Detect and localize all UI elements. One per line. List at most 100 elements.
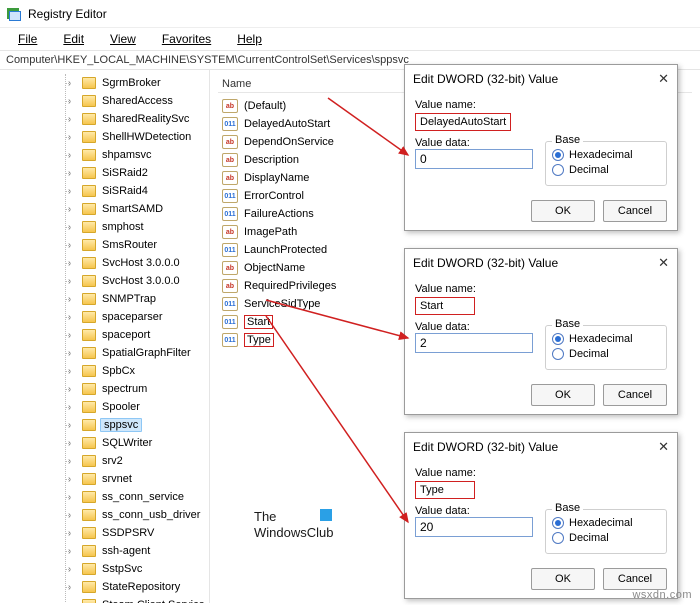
cancel-button[interactable]: Cancel (603, 200, 667, 222)
tree-item[interactable]: ›SQLWriter (60, 434, 209, 452)
value-data-input[interactable] (415, 517, 533, 537)
window-title: Registry Editor (28, 7, 107, 21)
tree-item[interactable]: ›SstpSvc (60, 560, 209, 578)
folder-icon (82, 203, 96, 215)
cancel-button[interactable]: Cancel (603, 568, 667, 590)
chevron-right-icon[interactable]: › (68, 420, 78, 431)
chevron-right-icon[interactable]: › (68, 564, 78, 575)
tree-item[interactable]: ›SiSRaid2 (60, 164, 209, 182)
base-group: Base Hexadecimal Decimal (545, 325, 667, 370)
chevron-right-icon[interactable]: › (68, 186, 78, 197)
tree-item[interactable]: ›sppsvc (60, 416, 209, 434)
folder-icon (82, 329, 96, 341)
tree-item[interactable]: ›SharedAccess (60, 92, 209, 110)
chevron-right-icon[interactable]: › (68, 528, 78, 539)
chevron-right-icon[interactable]: › (68, 294, 78, 305)
folder-icon (82, 149, 96, 161)
tree-item[interactable]: ›ss_conn_service (60, 488, 209, 506)
tree-item[interactable]: ›StateRepository (60, 578, 209, 596)
chevron-right-icon[interactable]: › (68, 150, 78, 161)
chevron-right-icon[interactable]: › (68, 114, 78, 125)
tree-item[interactable]: ›spaceport (60, 326, 209, 344)
chevron-right-icon[interactable]: › (68, 222, 78, 233)
tree-item[interactable]: ›Spooler (60, 398, 209, 416)
chevron-right-icon[interactable]: › (68, 96, 78, 107)
close-icon[interactable]: ✕ (658, 71, 669, 87)
dialog-title: Edit DWORD (32-bit) Value (413, 72, 558, 86)
radio-hexadecimal[interactable]: Hexadecimal (552, 149, 660, 161)
radio-hexadecimal[interactable]: Hexadecimal (552, 517, 660, 529)
value-name-box: Type (415, 481, 475, 499)
radio-decimal[interactable]: Decimal (552, 532, 660, 544)
tree-item[interactable]: ›smphost (60, 218, 209, 236)
chevron-right-icon[interactable]: › (68, 168, 78, 179)
value-name: (Default) (244, 100, 286, 112)
tree-item[interactable]: ›ss_conn_usb_driver (60, 506, 209, 524)
tree-item[interactable]: ›SvcHost 3.0.0.0 (60, 254, 209, 272)
folder-icon (82, 347, 96, 359)
value-name: DisplayName (244, 172, 309, 184)
tree-item[interactable]: ›SNMPTrap (60, 290, 209, 308)
base-group-label: Base (552, 318, 583, 330)
chevron-right-icon[interactable]: › (68, 330, 78, 341)
value-name: RequiredPrivileges (244, 280, 336, 292)
chevron-right-icon[interactable]: › (68, 204, 78, 215)
chevron-right-icon[interactable]: › (68, 546, 78, 557)
close-icon[interactable]: ✕ (658, 439, 669, 455)
chevron-right-icon[interactable]: › (68, 474, 78, 485)
chevron-right-icon[interactable]: › (68, 402, 78, 413)
tree-item[interactable]: ›SiSRaid4 (60, 182, 209, 200)
tree-item[interactable]: ›SmartSAMD (60, 200, 209, 218)
tree-item-label: ssh-agent (100, 545, 152, 557)
ok-button[interactable]: OK (531, 200, 595, 222)
ok-button[interactable]: OK (531, 568, 595, 590)
chevron-right-icon[interactable]: › (68, 258, 78, 269)
chevron-right-icon[interactable]: › (68, 582, 78, 593)
radio-hexadecimal[interactable]: Hexadecimal (552, 333, 660, 345)
value-data-input[interactable] (415, 333, 533, 353)
chevron-right-icon[interactable]: › (68, 132, 78, 143)
cancel-button[interactable]: Cancel (603, 384, 667, 406)
menu-file[interactable]: File (6, 30, 49, 48)
tree-item[interactable]: › shpamsvc (60, 146, 209, 164)
string-value-icon: ab (222, 135, 238, 149)
chevron-right-icon[interactable]: › (68, 384, 78, 395)
menu-view[interactable]: View (98, 30, 148, 48)
chevron-right-icon[interactable]: › (68, 312, 78, 323)
folder-icon (82, 239, 96, 251)
menu-favorites[interactable]: Favorites (150, 30, 223, 48)
tree-item[interactable]: ›SmsRouter (60, 236, 209, 254)
tree-item[interactable]: ›SharedRealitySvc (60, 110, 209, 128)
tree-item[interactable]: ›spectrum (60, 380, 209, 398)
tree-item[interactable]: ›SvcHost 3.0.0.0 (60, 272, 209, 290)
chevron-right-icon[interactable]: › (68, 276, 78, 287)
chevron-right-icon[interactable]: › (68, 438, 78, 449)
tree-item[interactable]: ›SpatialGraphFilter (60, 344, 209, 362)
tree-item[interactable]: ›SSDPSRV (60, 524, 209, 542)
chevron-right-icon[interactable]: › (68, 348, 78, 359)
radio-decimal[interactable]: Decimal (552, 348, 660, 360)
chevron-right-icon[interactable]: › (68, 600, 78, 604)
tree-panel[interactable]: ›SgrmBroker›SharedAccess›SharedRealitySv… (0, 70, 210, 603)
tree-item[interactable]: ›Steam Client Service (60, 596, 209, 603)
chevron-right-icon[interactable]: › (68, 492, 78, 503)
menu-help[interactable]: Help (225, 30, 274, 48)
tree-item[interactable]: ›SgrmBroker (60, 74, 209, 92)
value-data-input[interactable] (415, 149, 533, 169)
tree-item[interactable]: ›spaceparser (60, 308, 209, 326)
tree-item[interactable]: › ssh-agent (60, 542, 209, 560)
ok-button[interactable]: OK (531, 384, 595, 406)
tree-item[interactable]: ›srv2 (60, 452, 209, 470)
chevron-right-icon[interactable]: › (68, 240, 78, 251)
tree-item-label: shpamsvc (100, 149, 154, 161)
tree-item[interactable]: ›srvnet (60, 470, 209, 488)
chevron-right-icon[interactable]: › (68, 366, 78, 377)
close-icon[interactable]: ✕ (658, 255, 669, 271)
radio-decimal[interactable]: Decimal (552, 164, 660, 176)
tree-item[interactable]: ›SpbCx (60, 362, 209, 380)
chevron-right-icon[interactable]: › (68, 456, 78, 467)
chevron-right-icon[interactable]: › (68, 510, 78, 521)
tree-item[interactable]: ›ShellHWDetection (60, 128, 209, 146)
chevron-right-icon[interactable]: › (68, 78, 78, 89)
menu-edit[interactable]: Edit (51, 30, 96, 48)
